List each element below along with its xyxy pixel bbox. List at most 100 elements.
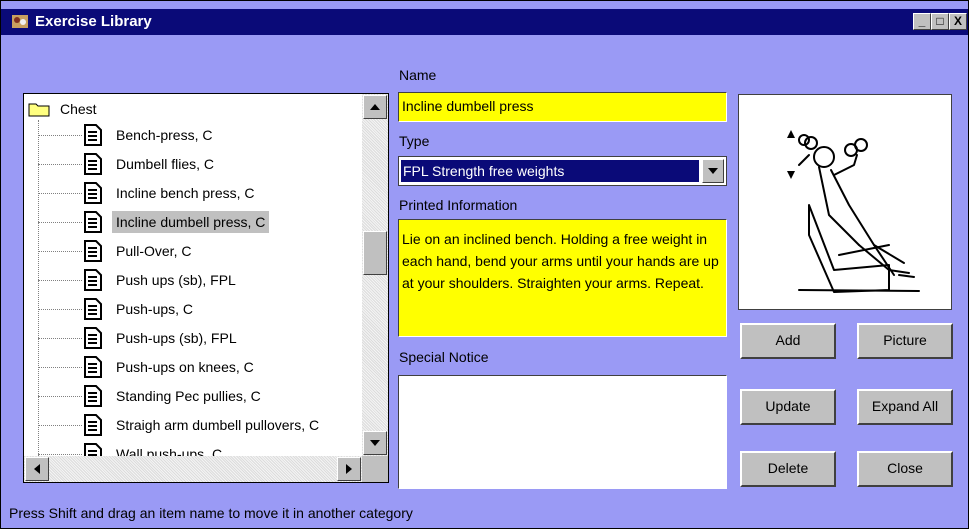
tree-connector	[38, 309, 82, 310]
arrow-down-icon	[370, 440, 380, 446]
document-icon	[84, 182, 102, 204]
tree-connector	[38, 425, 82, 426]
tree-item[interactable]: Push ups (sb), FPL	[38, 267, 358, 295]
tree-connector	[38, 396, 82, 397]
tree-item-label: Push-ups, C	[116, 301, 194, 317]
expand-all-button-label: Expand All	[871, 398, 939, 414]
close-button[interactable]: Close	[857, 451, 953, 487]
document-icon	[84, 385, 102, 407]
title-bar[interactable]: Exercise Library _ □ X	[1, 9, 968, 35]
scroll-thumb[interactable]	[363, 231, 387, 275]
add-button[interactable]: Add	[740, 323, 836, 359]
status-message: Press Shift and drag an item name to mov…	[9, 505, 413, 521]
update-button[interactable]: Update	[740, 389, 836, 425]
tree-item-label: Dumbell flies, C	[116, 156, 215, 172]
tree-connector	[38, 338, 82, 339]
window-title: Exercise Library	[35, 13, 152, 30]
scroll-up-button[interactable]	[363, 95, 387, 119]
update-button-label: Update	[765, 398, 811, 414]
document-icon	[84, 327, 102, 349]
tree-item[interactable]: Standing Pec pullies, C	[38, 383, 358, 411]
type-select[interactable]: FPL Strength free weights	[398, 156, 727, 186]
tree-connector	[38, 164, 82, 165]
tree-connector	[38, 251, 82, 252]
expand-all-button[interactable]: Expand All	[857, 389, 953, 425]
special-notice-label: Special Notice	[399, 349, 489, 365]
document-icon	[84, 414, 102, 436]
arrow-up-icon	[370, 104, 380, 110]
exercise-library-window: Exercise Library _ □ X Chest Bench-press…	[0, 0, 969, 529]
category-label: Chest	[60, 101, 97, 117]
minimize-icon: _	[918, 14, 926, 28]
delete-button-label: Delete	[767, 460, 809, 476]
document-icon	[84, 356, 102, 378]
type-selected-value: FPL Strength free weights	[401, 160, 699, 182]
incline-press-illustration-icon	[787, 130, 920, 293]
document-icon	[84, 153, 102, 175]
picture-button-label: Picture	[883, 332, 927, 348]
close-button-label: Close	[887, 460, 923, 476]
tree-item[interactable]: Incline dumbell press, C	[38, 209, 358, 237]
tree-item[interactable]: Bench-press, C	[38, 122, 358, 150]
tree-horizontal-scrollbar[interactable]	[24, 456, 362, 482]
special-notice-field[interactable]	[398, 375, 727, 489]
maximize-button[interactable]: □	[931, 13, 949, 30]
type-dropdown-button[interactable]	[702, 159, 724, 183]
app-icon	[12, 15, 28, 28]
scroll-down-button[interactable]	[363, 431, 387, 455]
tree-content: Chest Bench-press, C Dumbell flies, C Incl…	[24, 94, 362, 456]
chevron-down-icon	[708, 168, 718, 174]
tree-vertical-scrollbar[interactable]	[362, 94, 388, 456]
arrow-left-icon	[34, 464, 40, 474]
tree-item-label: Incline dumbell press, C	[112, 211, 270, 233]
minimize-button[interactable]: _	[913, 13, 931, 30]
printed-information-label: Printed Information	[399, 197, 518, 213]
tree-connector	[38, 193, 82, 194]
tree-item-label: Incline bench press, C	[116, 185, 255, 201]
tree-connector	[38, 280, 82, 281]
folder-icon	[28, 103, 50, 117]
scroll-right-button[interactable]	[337, 457, 361, 481]
tree-connector	[38, 454, 82, 455]
tree-connector	[38, 222, 82, 223]
document-icon	[84, 443, 102, 456]
close-icon: X	[953, 14, 962, 28]
tree-item-label: Push-ups on knees, C	[116, 359, 254, 375]
document-icon	[84, 124, 102, 146]
printed-information-field[interactable]: Lie on an inclined bench. Holding a free…	[398, 219, 727, 337]
delete-button[interactable]: Delete	[740, 451, 836, 487]
tree-item-label: Wall push-ups, C	[116, 446, 223, 456]
type-label: Type	[399, 133, 430, 149]
scroll-left-button[interactable]	[25, 457, 49, 481]
tree-connector	[38, 135, 82, 136]
tree-connector	[38, 367, 82, 368]
tree-item[interactable]: Incline bench press, C	[38, 180, 358, 208]
tree-item[interactable]: Dumbell flies, C	[38, 151, 358, 179]
document-icon	[84, 298, 102, 320]
name-label: Name	[399, 67, 437, 83]
tree-item-label: Pull-Over, C	[116, 243, 192, 259]
tree-item-label: Bench-press, C	[116, 127, 213, 143]
maximize-icon: □	[936, 14, 944, 28]
tree-item-label: Standing Pec pullies, C	[116, 388, 261, 404]
close-window-button[interactable]: X	[949, 13, 967, 30]
tree-item-label: Straigh arm dumbell pullovers, C	[116, 417, 320, 433]
exercise-picture	[738, 94, 952, 310]
add-button-label: Add	[775, 332, 801, 348]
arrow-right-icon	[346, 464, 352, 474]
tree-item-label: Push-ups (sb), FPL	[116, 330, 237, 346]
tree-item[interactable]: Push-ups (sb), FPL	[38, 325, 358, 353]
picture-button[interactable]: Picture	[857, 323, 953, 359]
document-icon	[84, 211, 102, 233]
name-field[interactable]: Incline dumbell press	[398, 92, 727, 122]
exercise-tree[interactable]: Chest Bench-press, C Dumbell flies, C Incl…	[23, 93, 389, 483]
tree-item[interactable]: Push-ups, C	[38, 296, 358, 324]
tree-item-label: Push ups (sb), FPL	[116, 272, 236, 288]
document-icon	[84, 240, 102, 262]
tree-item[interactable]: Wall push-ups, C	[38, 441, 358, 456]
tree-item[interactable]: Push-ups on knees, C	[38, 354, 358, 382]
scrollbar-corner	[362, 456, 388, 482]
document-icon	[84, 269, 102, 291]
tree-item[interactable]: Straigh arm dumbell pullovers, C	[38, 412, 358, 440]
tree-item[interactable]: Pull-Over, C	[38, 238, 358, 266]
